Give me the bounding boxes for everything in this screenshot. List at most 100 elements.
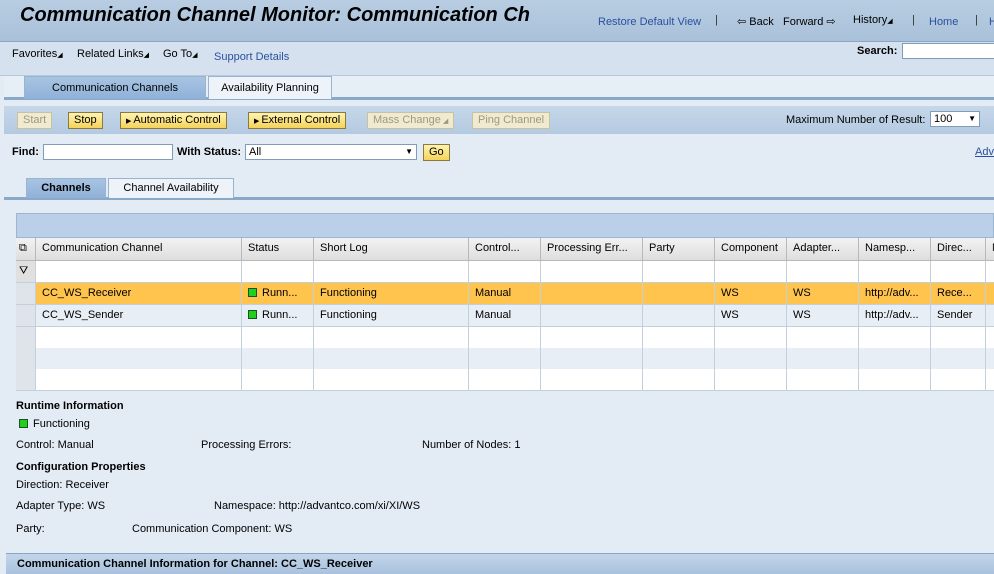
advanced-link[interactable]: Adv [975, 146, 994, 158]
filter-cell [36, 261, 242, 283]
column-header[interactable]: Control... [469, 238, 541, 261]
filter-row[interactable]: ⛛ [16, 261, 994, 283]
filter-cell [715, 261, 787, 283]
empty-row[interactable] [16, 348, 994, 370]
favorites-menu[interactable]: Favorites◢ [12, 48, 63, 60]
tab-channel-availability[interactable]: Channel Availability [108, 178, 234, 198]
find-input[interactable] [43, 144, 173, 160]
column-header[interactable]: Adapter... [787, 238, 859, 261]
cell-text: Rece... [937, 287, 972, 299]
related-links-menu[interactable]: Related Links◢ [77, 48, 149, 60]
support-details-link[interactable]: Support Details [214, 51, 289, 63]
row-selector[interactable] [16, 348, 36, 370]
status-select[interactable]: All ▼ [245, 144, 417, 160]
column-header[interactable]: Party [643, 238, 715, 261]
start-button[interactable]: Start [17, 112, 53, 129]
column-header[interactable]: Processing Err... [541, 238, 643, 261]
cell-text: Runn... [262, 287, 298, 299]
table-cell [859, 327, 931, 349]
table-row[interactable]: CC_WS_Receiver Runn... Functioning Manual WS… [16, 283, 994, 305]
related-links-label: Related Links [77, 48, 144, 60]
favorites-label: Favorites [12, 48, 58, 60]
external-control-label: External Control [261, 114, 341, 126]
filter-cell [314, 261, 469, 283]
column-header[interactable]: Status [242, 238, 314, 261]
filter-cell [986, 261, 994, 283]
back-button[interactable]: ⇦ Back [737, 15, 774, 28]
table-cell [859, 369, 931, 391]
table-cell [242, 327, 314, 349]
table-cell: Functioning [314, 283, 469, 305]
cell-text: WS [721, 309, 739, 321]
direction-value: Direction: Receiver [16, 479, 109, 491]
filter-icon[interactable]: ⛛ [16, 261, 36, 283]
restore-default-view-link[interactable]: Restore Default View [598, 16, 701, 28]
status-green-icon [19, 419, 28, 428]
max-results-select[interactable]: 100 ▼ [930, 111, 980, 127]
table-cell [859, 348, 931, 370]
table-cell: Rece... [931, 283, 986, 305]
status-select-value: All [249, 146, 262, 158]
stop-button[interactable]: Stop [68, 112, 103, 129]
table-cell [715, 348, 787, 370]
cell-text: http://adv... [865, 309, 919, 321]
table-cell [787, 369, 859, 391]
divider: | [975, 14, 978, 26]
table-cell [314, 369, 469, 391]
row-selector[interactable] [16, 283, 36, 305]
search-label: Search: [857, 45, 898, 57]
runtime-status-text: Functioning [33, 418, 90, 430]
table-row[interactable]: CC_WS_Sender Runn... Functioning Manual WS WS… [16, 305, 994, 327]
column-header[interactable]: Namesp... [859, 238, 931, 261]
config-properties-title: Configuration Properties [16, 461, 146, 473]
home-link[interactable]: Home [929, 16, 958, 28]
column-header[interactable]: Direc... [931, 238, 986, 261]
automatic-control-button[interactable]: ▶ Automatic Control [120, 112, 227, 129]
tab-availability-planning[interactable]: Availability Planning [208, 76, 332, 99]
main-tabs: Communication Channels Availability Plan… [4, 76, 994, 100]
table-header-row[interactable]: ⧉ Communication Channel Status Short Log Con… [16, 238, 994, 261]
dropdown-triangle-icon: ◢ [440, 118, 449, 125]
table-cell [986, 283, 994, 305]
row-selector[interactable] [16, 369, 36, 391]
empty-row[interactable] [16, 327, 994, 349]
table-cell: WS [715, 283, 787, 305]
go-to-menu[interactable]: Go To◢ [163, 48, 198, 60]
external-control-button[interactable]: ▶ External Control [248, 112, 347, 129]
column-settings-icon[interactable]: ⧉ [16, 238, 36, 261]
runtime-info-title: Runtime Information [16, 400, 124, 412]
row-selector[interactable] [16, 305, 36, 327]
column-header[interactable]: Communication Channel [36, 238, 242, 261]
mass-change-button[interactable]: Mass Change ◢ [367, 112, 455, 129]
column-header[interactable]: N [986, 238, 994, 261]
table-cell [787, 327, 859, 349]
help-link[interactable]: H [989, 16, 994, 28]
automatic-control-label: Automatic Control [133, 114, 221, 126]
communication-component-value: Communication Component: WS [132, 523, 293, 535]
party-value: Party: [16, 523, 45, 535]
cell-text: Runn... [262, 309, 298, 321]
column-header[interactable]: Component [715, 238, 787, 261]
search-input[interactable] [902, 43, 994, 59]
table-cell [931, 348, 986, 370]
table-cell [986, 305, 994, 327]
filter-cell [242, 261, 314, 283]
table-cell [541, 305, 643, 327]
table-cell [314, 348, 469, 370]
tab-communication-channels[interactable]: Communication Channels [24, 76, 206, 99]
menu-bar: Favorites◢ Related Links◢ Go To◢ Support… [0, 42, 994, 76]
column-header[interactable]: Short Log [314, 238, 469, 261]
empty-row[interactable] [16, 369, 994, 391]
history-menu[interactable]: History◢ [853, 14, 893, 26]
filter-cell [541, 261, 643, 283]
table-cell [931, 327, 986, 349]
row-selector[interactable] [16, 327, 36, 349]
cell-text: Manual [475, 287, 512, 299]
ping-channel-button[interactable]: Ping Channel [472, 112, 551, 129]
go-button[interactable]: Go [423, 144, 450, 161]
forward-button[interactable]: Forward ⇨ [783, 15, 836, 28]
dropdown-triangle-icon: ◢ [192, 52, 198, 59]
table-cell [715, 369, 787, 391]
table-cell [715, 327, 787, 349]
tab-channels[interactable]: Channels [26, 178, 106, 198]
